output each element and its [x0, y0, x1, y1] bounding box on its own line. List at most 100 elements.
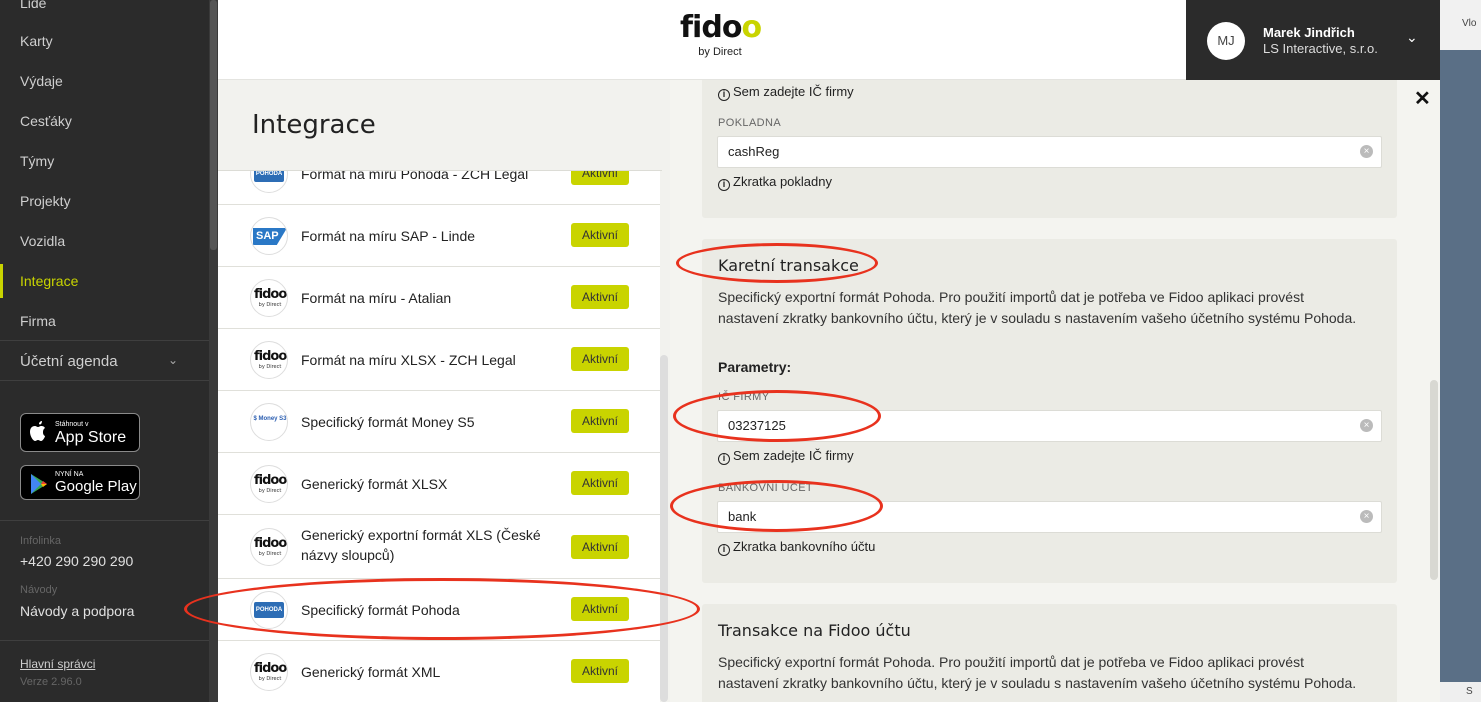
- sidebar-scrollbar[interactable]: [209, 0, 218, 702]
- list-item-label: Generický formát XML: [301, 664, 441, 680]
- app-store-label: App Store: [55, 429, 127, 446]
- section-title-card-transactions: Karetní transakce: [718, 256, 859, 275]
- list-item-label: Formát na míru - Atalian: [301, 290, 452, 306]
- active-indicator: [0, 264, 3, 298]
- apple-icon: [30, 421, 45, 441]
- fidoo-icon: fidoo by Direct: [250, 341, 288, 379]
- ic-hint-top: i Sem zadejte IČ firmy: [718, 84, 854, 101]
- app-store-button[interactable]: Stáhnout v App Store: [20, 413, 140, 452]
- user-menu[interactable]: MJ Marek Jindřich LS Interactive, s.r.o.…: [1186, 0, 1440, 80]
- ic-label: IČ FIRMY: [718, 391, 770, 403]
- sidebar-item-cestaky[interactable]: Cesťáky: [20, 113, 72, 129]
- sidebar-divider: [0, 380, 209, 381]
- sidebar-divider: [0, 520, 209, 521]
- clear-icon[interactable]: ×: [1360, 510, 1373, 523]
- strip-bottom-text: S: [1466, 686, 1473, 697]
- list-item[interactable]: fidoo by Direct Generický formát XML Akti…: [218, 641, 660, 702]
- sidebar-item-integrace[interactable]: Integrace: [20, 273, 78, 289]
- list-item[interactable]: fidoo by Direct Generický exportní formát…: [218, 515, 660, 579]
- status-badge: Aktivní: [571, 535, 629, 559]
- list-item[interactable]: fidoo by Direct Formát na míru XLSX - ZCH…: [218, 329, 660, 391]
- strip-top-text: Vlo: [1462, 18, 1477, 29]
- list-scrollbar[interactable]: [660, 355, 668, 702]
- clear-icon[interactable]: ×: [1360, 419, 1373, 432]
- fidoo-logo[interactable]: fidoo by Direct: [680, 12, 762, 59]
- logo-subtitle: by Direct: [698, 46, 742, 58]
- status-badge: Aktivní: [571, 659, 629, 683]
- info-icon: i: [718, 453, 730, 465]
- list-item[interactable]: SAP Formát na míru SAP - Linde Aktivní: [218, 205, 660, 267]
- integrations-list: POHODA Formát na míru Pohoda - ZCH Legal…: [218, 171, 660, 702]
- google-play-small: NYNÍ NA: [55, 471, 84, 478]
- sidebar: Lidé Karty Výdaje Cesťáky Týmy Projekty …: [0, 0, 218, 702]
- status-badge: Aktivní: [571, 347, 629, 371]
- pokladna-input[interactable]: cashReg ×: [717, 136, 1382, 168]
- close-icon[interactable]: ✕: [1414, 86, 1431, 111]
- user-company: LS Interactive, s.r.o.: [1263, 41, 1378, 56]
- page-title: Integrace: [252, 110, 376, 140]
- list-item[interactable]: fidoo by Direct Formát na míru - Atalian …: [218, 267, 660, 329]
- status-badge: Aktivní: [571, 471, 629, 495]
- bank-account-label: BANKOVNÍ ÚČET: [718, 482, 814, 494]
- bank-account-hint: i Zkratka bankovního účtu: [718, 539, 875, 556]
- ic-hint: i Sem zadejte IČ firmy: [718, 448, 854, 465]
- background-window-strip: Vlo S: [1440, 0, 1481, 702]
- section-description: Specifický exportní formát Pohoda. Pro p…: [718, 654, 1357, 691]
- sidebar-divider: [0, 640, 209, 641]
- google-play-icon: [31, 474, 47, 494]
- bank-account-input[interactable]: bank ×: [717, 501, 1382, 533]
- section-title-fidoo-account: Transakce na Fidoo účtu: [718, 621, 911, 640]
- google-play-label: Google Play: [55, 478, 137, 495]
- list-item-label: Specifický formát Pohoda: [301, 602, 460, 618]
- version-text: Verze 2.96.0: [20, 676, 82, 688]
- sidebar-item-karty[interactable]: Karty: [20, 33, 53, 49]
- sidebar-divider: [0, 340, 209, 341]
- info-icon: i: [718, 89, 730, 101]
- status-badge: Aktivní: [571, 285, 629, 309]
- section-description: Specifický exportní formát Pohoda. Pro p…: [718, 289, 1357, 326]
- sidebar-item-vozidla[interactable]: Vozidla: [20, 233, 65, 249]
- list-item-label: Formát na míru XLSX - ZCH Legal: [301, 352, 516, 368]
- list-item-label: Generický formát XLSX: [301, 476, 448, 492]
- status-badge: Aktivní: [571, 409, 629, 433]
- list-item-label: Specifický formát Money S5: [301, 414, 475, 430]
- money-icon: $ Money S3: [250, 403, 288, 441]
- sidebar-item-agenda[interactable]: Účetní agenda: [20, 353, 118, 370]
- clear-icon[interactable]: ×: [1360, 145, 1373, 158]
- pokladna-label: POKLADNA: [718, 117, 782, 129]
- avatar: MJ: [1207, 22, 1245, 60]
- detail-scrollbar[interactable]: [1430, 380, 1438, 580]
- chevron-down-icon[interactable]: ⌄: [168, 353, 178, 367]
- info-icon: i: [718, 544, 730, 556]
- fidoo-icon: fidoo by Direct: [250, 528, 288, 566]
- header: fidoo by Direct: [218, 0, 1186, 80]
- list-item[interactable]: $ Money S3 Specifický formát Money S5 Ak…: [218, 391, 660, 453]
- pohoda-icon: POHODA: [250, 591, 288, 629]
- list-item-label: Formát na míru SAP - Linde: [301, 228, 476, 244]
- list-item[interactable]: fidoo by Direct Generický formát XLSX Akt…: [218, 453, 660, 515]
- chevron-down-icon[interactable]: ⌄: [1406, 29, 1418, 46]
- fidoo-icon: fidoo by Direct: [250, 279, 288, 317]
- sidebar-item-projekty[interactable]: Projekty: [20, 193, 71, 209]
- sidebar-item-vydaje[interactable]: Výdaje: [20, 73, 63, 89]
- fidoo-icon: fidoo by Direct: [250, 465, 288, 503]
- status-badge: Aktivní: [571, 597, 629, 621]
- app-store-small: Stáhnout v: [55, 421, 89, 428]
- google-play-button[interactable]: NYNÍ NA Google Play: [20, 465, 140, 500]
- list-item-selected[interactable]: POHODA Specifický formát Pohoda Aktivní: [218, 579, 660, 641]
- pokladna-hint: i Zkratka pokladny: [718, 174, 832, 191]
- list-item-label: Formát na míru Pohoda - ZCH Legal: [301, 171, 529, 182]
- fidoo-icon: fidoo by Direct: [250, 653, 288, 691]
- integration-detail-panel: i Sem zadejte IČ firmy POKLADNA cashReg ×…: [670, 80, 1440, 702]
- infolinka-value[interactable]: +420 290 290 290: [20, 553, 133, 569]
- admins-link[interactable]: Hlavní správci: [20, 657, 95, 671]
- info-icon: i: [718, 179, 730, 191]
- integrations-list-panel: Integrace POHODA Formát na míru Pohoda -…: [218, 80, 670, 702]
- navody-link[interactable]: Návody a podpora: [20, 603, 134, 619]
- sidebar-item-tymy[interactable]: Týmy: [20, 153, 54, 169]
- list-item[interactable]: POHODA Formát na míru Pohoda - ZCH Legal…: [218, 171, 660, 205]
- sidebar-item-lide[interactable]: Lidé: [20, 0, 46, 11]
- ic-input[interactable]: 03237125 ×: [717, 410, 1382, 442]
- pohoda-icon: POHODA: [250, 171, 288, 193]
- sidebar-item-firma[interactable]: Firma: [20, 313, 56, 329]
